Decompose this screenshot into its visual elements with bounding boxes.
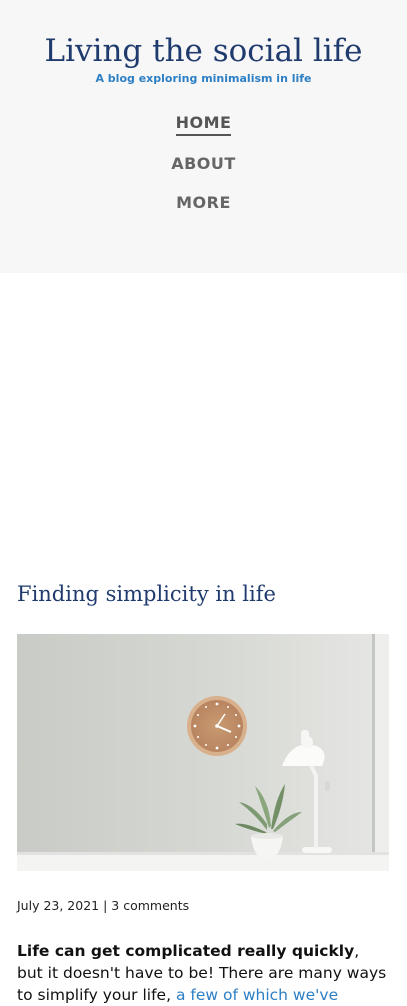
meta-separator: |	[103, 898, 112, 913]
main-nav: HOME ABOUT MORE	[0, 112, 407, 231]
featured-image[interactable]	[17, 634, 389, 871]
nav-item-more[interactable]: MORE	[176, 192, 231, 231]
site-tagline: A blog exploring minimalism in life	[95, 72, 312, 85]
nav-item-home[interactable]: HOME	[175, 112, 232, 136]
wall-clock-icon	[187, 696, 247, 756]
site-header: Living the social life A blog exploring …	[0, 0, 407, 273]
nav-item-about[interactable]: ABOUT	[171, 153, 236, 192]
post-meta: July 23, 2021 | 3 comments	[17, 898, 189, 913]
comments-link[interactable]: 3 comments	[111, 898, 189, 913]
post-title-link[interactable]: Finding simplicity in life	[17, 582, 276, 606]
site-title-link[interactable]: Living the social life	[0, 33, 407, 69]
post-excerpt: Life can get complicated really quickly,…	[17, 940, 389, 1006]
minimal-desk-photo	[17, 634, 389, 871]
excerpt-bold: Life can get complicated really quickly	[17, 942, 355, 960]
post-date-link[interactable]: July 23, 2021	[17, 898, 99, 913]
excerpt-link[interactable]: a few of which we've	[176, 986, 338, 1004]
